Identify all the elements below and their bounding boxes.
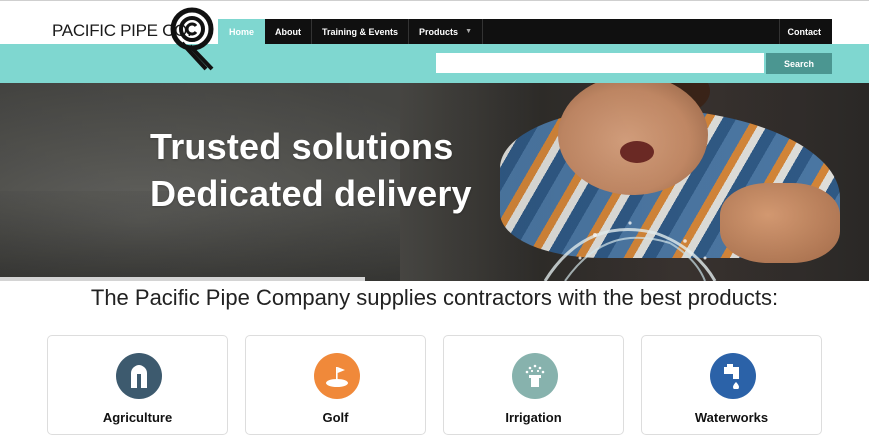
nav-about[interactable]: About xyxy=(265,19,313,44)
nav-products[interactable]: Products ▼ xyxy=(409,19,483,44)
nav-contact-label: Contact xyxy=(787,26,822,37)
category-label: Irrigation xyxy=(505,410,562,425)
category-card-irrigation[interactable]: Irrigation xyxy=(443,335,624,435)
sprinkler-icon xyxy=(512,353,558,399)
search-button[interactable]: Search xyxy=(766,53,832,74)
nav-products-label: Products xyxy=(419,26,459,37)
nav-home-label: Home xyxy=(229,26,255,37)
nav-about-label: About xyxy=(275,26,302,37)
slider-progress-bar xyxy=(0,277,365,281)
main-navigation: Home About Training & Events Products ▼ C… xyxy=(218,19,832,44)
nav-home[interactable]: Home xyxy=(218,19,266,44)
hero-headline-line1: Trusted solutions xyxy=(150,126,454,167)
search-input[interactable] xyxy=(436,53,764,73)
category-card-golf[interactable]: Golf xyxy=(245,335,426,435)
nav-training-label: Training & Events xyxy=(322,26,399,37)
category-label: Agriculture xyxy=(102,410,173,425)
nav-training-events[interactable]: Training & Events xyxy=(312,19,410,44)
category-card-agriculture[interactable]: Agriculture xyxy=(47,335,228,435)
logo[interactable]: PACIFIC PIPE CO. xyxy=(52,4,222,71)
top-border xyxy=(0,0,869,1)
category-card-waterworks[interactable]: Waterworks xyxy=(641,335,822,435)
silo-icon xyxy=(116,353,162,399)
faucet-icon xyxy=(710,353,756,399)
tagline: The Pacific Pipe Company supplies contra… xyxy=(90,285,779,310)
pipe-logo-icon xyxy=(170,7,214,71)
golf-flag-icon xyxy=(314,353,360,399)
nav-contact[interactable]: Contact xyxy=(778,19,833,44)
hero-headline-line2: Dedicated delivery xyxy=(150,173,472,214)
hero-banner: Trusted solutions Dedicated delivery xyxy=(0,83,869,281)
category-label: Golf xyxy=(322,410,349,425)
category-label: Waterworks xyxy=(694,410,769,425)
chevron-down-icon: ▼ xyxy=(465,28,472,35)
